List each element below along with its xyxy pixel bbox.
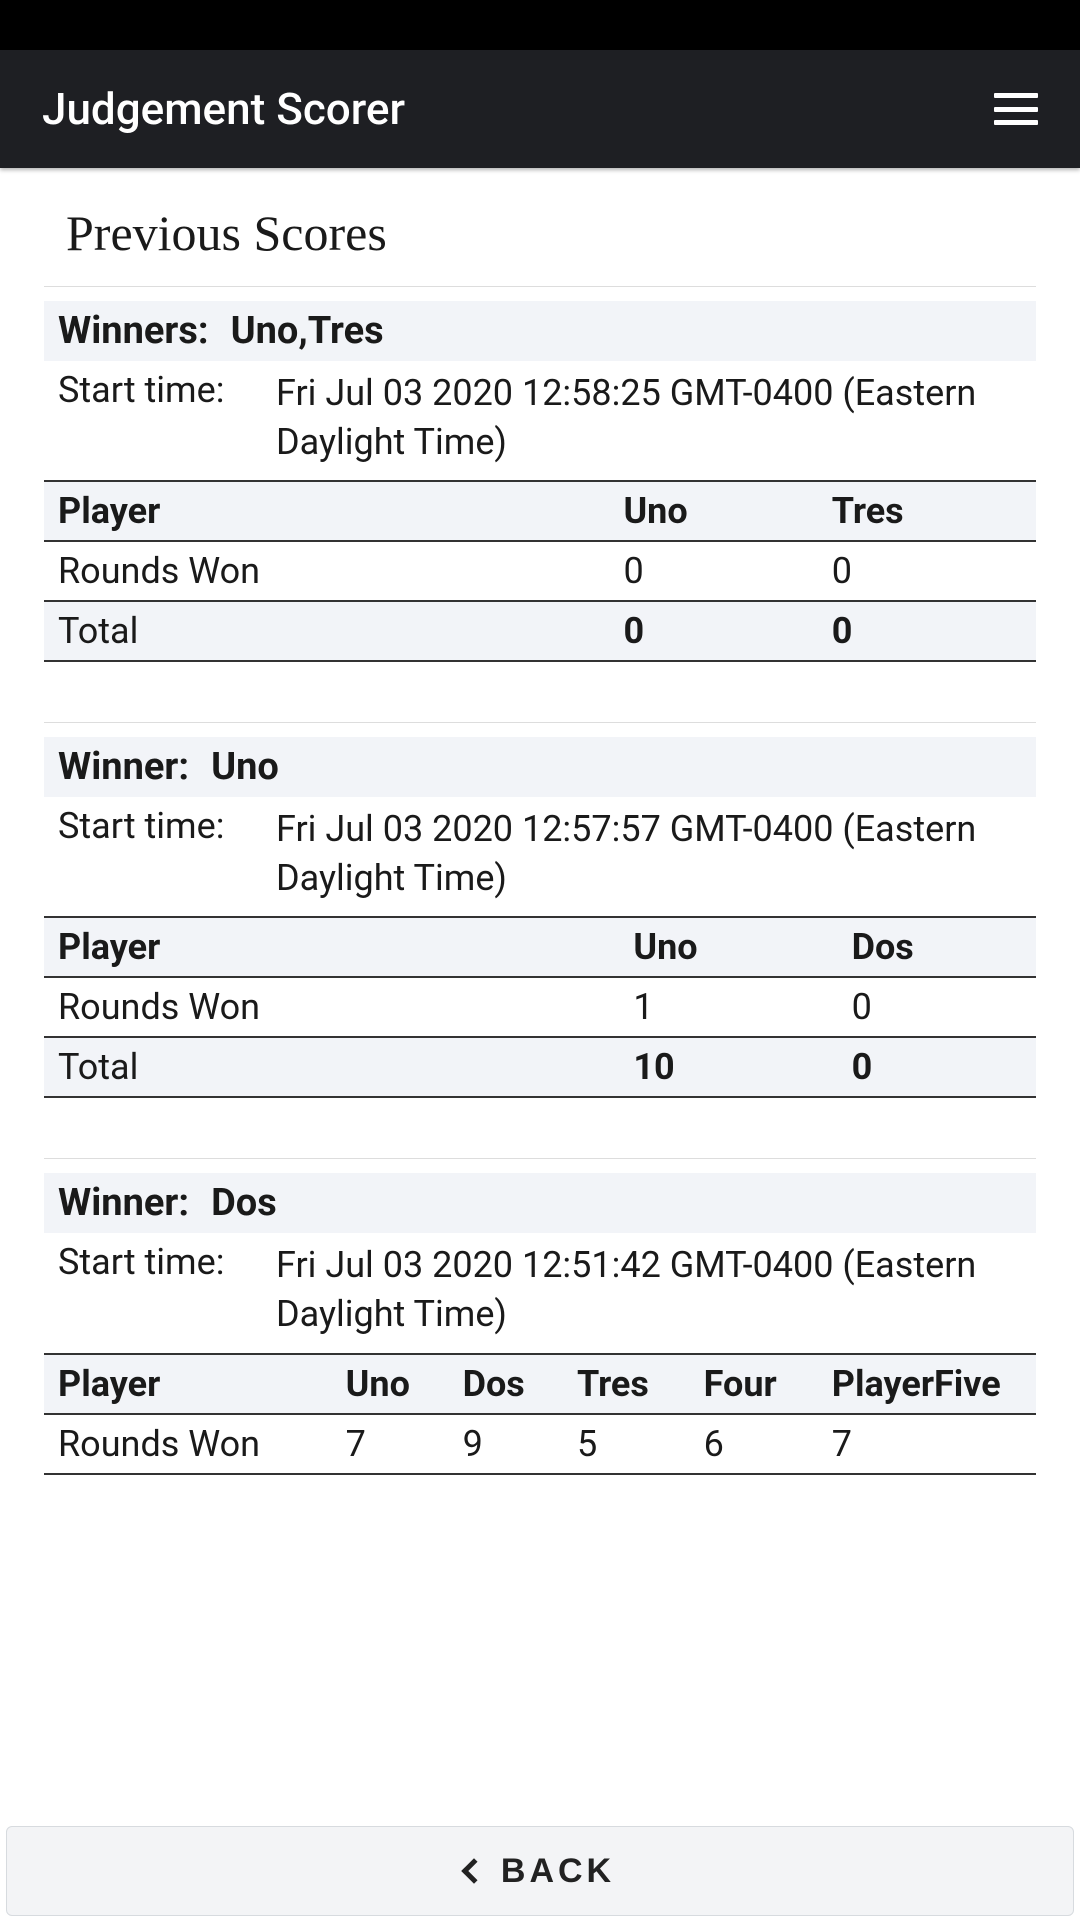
chevron-left-icon	[461, 1858, 486, 1883]
player-name: Uno	[619, 917, 837, 977]
total-value: 0	[838, 1037, 1036, 1097]
total-row: Total 10 0	[44, 1037, 1036, 1097]
total-label: Total	[44, 1037, 619, 1097]
total-value: 10	[619, 1037, 837, 1097]
player-header: Player	[44, 1354, 332, 1414]
rounds-won-label: Rounds Won	[44, 541, 609, 601]
game-block: Winner: Uno Start time: Fri Jul 03 2020 …	[44, 737, 1036, 1098]
rounds-won-value: 9	[449, 1414, 563, 1474]
game-block: Winner: Dos Start time: Fri Jul 03 2020 …	[44, 1173, 1036, 1474]
page-title: Previous Scores	[66, 204, 1036, 262]
rounds-won-row: Rounds Won 0 0	[44, 541, 1036, 601]
total-value: 0	[609, 601, 817, 661]
rounds-won-value: 6	[690, 1414, 818, 1474]
rounds-won-value: 0	[818, 541, 1036, 601]
player-name: Uno	[332, 1354, 449, 1414]
content-area: Previous Scores Winners: Uno,Tres Start …	[0, 168, 1080, 1820]
player-header: Player	[44, 481, 609, 541]
winners-value: Dos	[211, 1181, 277, 1225]
player-name: Uno	[609, 481, 817, 541]
title-divider	[44, 286, 1036, 287]
app-header: Judgement Scorer	[0, 50, 1080, 168]
rounds-won-label: Rounds Won	[44, 1414, 332, 1474]
table-header-row: Player Uno Dos Tres Four PlayerFive	[44, 1354, 1036, 1414]
table-header-row: Player Uno Tres	[44, 481, 1036, 541]
player-name: Tres	[818, 481, 1036, 541]
start-time-value: Fri Jul 03 2020 12:57:57 GMT-0400 (Easte…	[276, 805, 1022, 902]
winners-value: Uno,Tres	[231, 309, 384, 353]
total-label: Total	[44, 601, 609, 661]
total-value: 0	[818, 601, 1036, 661]
player-name: Tres	[563, 1354, 690, 1414]
winners-label: Winner:	[58, 745, 189, 789]
rounds-won-label: Rounds Won	[44, 977, 619, 1037]
rounds-won-value: 7	[818, 1414, 1036, 1474]
winners-label: Winner:	[58, 1181, 189, 1225]
rounds-won-row: Rounds Won 1 0	[44, 977, 1036, 1037]
winners-label: Winners:	[58, 309, 209, 353]
start-time-row: Start time: Fri Jul 03 2020 12:51:42 GMT…	[44, 1233, 1036, 1346]
rounds-won-row: Rounds Won 7 9 5 6 7	[44, 1414, 1036, 1474]
rounds-won-value: 1	[619, 977, 837, 1037]
player-header: Player	[44, 917, 619, 977]
start-time-label: Start time:	[58, 805, 238, 902]
back-button-label: BACK	[501, 1852, 615, 1891]
status-bar	[0, 0, 1080, 50]
score-table: Player Uno Dos Tres Four PlayerFive Roun…	[44, 1353, 1036, 1475]
start-time-label: Start time:	[58, 369, 238, 466]
total-row: Total 0 0	[44, 601, 1036, 661]
player-name: PlayerFive	[818, 1354, 1036, 1414]
table-header-row: Player Uno Dos	[44, 917, 1036, 977]
score-table: Player Uno Tres Rounds Won 0 0 Total 0 0	[44, 480, 1036, 662]
back-button[interactable]: BACK	[6, 1826, 1074, 1916]
player-name: Dos	[838, 917, 1036, 977]
game-block: Winners: Uno,Tres Start time: Fri Jul 03…	[44, 301, 1036, 662]
rounds-won-value: 7	[332, 1414, 449, 1474]
player-name: Four	[690, 1354, 818, 1414]
rounds-won-value: 5	[563, 1414, 690, 1474]
start-time-value: Fri Jul 03 2020 12:51:42 GMT-0400 (Easte…	[276, 1241, 1022, 1338]
hamburger-menu-icon[interactable]	[994, 93, 1038, 125]
winners-value: Uno	[211, 745, 279, 789]
winners-row: Winners: Uno,Tres	[44, 301, 1036, 361]
rounds-won-value: 0	[838, 977, 1036, 1037]
game-divider	[44, 722, 1036, 723]
app-title: Judgement Scorer	[42, 83, 405, 135]
start-time-row: Start time: Fri Jul 03 2020 12:58:25 GMT…	[44, 361, 1036, 474]
winners-row: Winner: Uno	[44, 737, 1036, 797]
start-time-label: Start time:	[58, 1241, 238, 1338]
score-table: Player Uno Dos Rounds Won 1 0 Total 10 0	[44, 916, 1036, 1098]
game-divider	[44, 1158, 1036, 1159]
start-time-value: Fri Jul 03 2020 12:58:25 GMT-0400 (Easte…	[276, 369, 1022, 466]
player-name: Dos	[449, 1354, 563, 1414]
winners-row: Winner: Dos	[44, 1173, 1036, 1233]
start-time-row: Start time: Fri Jul 03 2020 12:57:57 GMT…	[44, 797, 1036, 910]
bottom-bar: BACK	[0, 1820, 1080, 1920]
rounds-won-value: 0	[609, 541, 817, 601]
